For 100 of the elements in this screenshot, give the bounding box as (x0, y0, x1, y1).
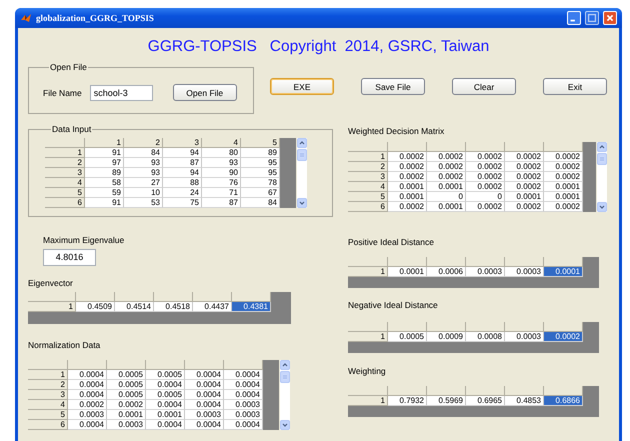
table-cell[interactable]: 0.0002 (427, 172, 466, 182)
table-cell[interactable]: 0.0002 (466, 152, 505, 162)
table-cell[interactable]: 0.0004 (224, 420, 263, 430)
table-cell[interactable]: 0.0002 (107, 400, 146, 410)
scroll-down-icon[interactable] (280, 420, 290, 430)
table-cell[interactable]: 0.0002 (505, 172, 544, 182)
table-cell[interactable]: 0.0003 (107, 420, 146, 430)
scroll-thumb[interactable] (597, 153, 607, 165)
table-cell[interactable]: 84 (124, 148, 163, 158)
table-cell[interactable]: 0.0003 (68, 410, 107, 420)
table-cell[interactable]: 78 (241, 178, 280, 188)
scroll-up-icon[interactable] (297, 138, 307, 148)
table-cell[interactable]: 93 (124, 168, 163, 178)
table-cell[interactable]: 0.0002 (544, 172, 583, 182)
table-cell[interactable]: 0.0004 (68, 390, 107, 400)
table-cell[interactable]: 0.0002 (505, 202, 544, 212)
table-cell[interactable]: 0.0003 (224, 410, 263, 420)
table-cell[interactable]: 0.4509 (76, 302, 115, 312)
scrollbar[interactable] (280, 360, 290, 430)
table-cell[interactable]: 0.0001 (544, 192, 583, 202)
table-cell[interactable]: 0.0003 (185, 410, 224, 420)
table-cell[interactable]: 75 (163, 198, 202, 208)
table-cell[interactable]: 0.0002 (427, 152, 466, 162)
table-cell[interactable]: 0.0004 (146, 420, 185, 430)
table-cell[interactable]: 0.0004 (185, 380, 224, 390)
table-cell[interactable]: 0.7932 (388, 396, 427, 406)
table-cell[interactable]: 88 (163, 178, 202, 188)
table-cell[interactable]: 24 (163, 188, 202, 198)
table-cell[interactable]: 0.0001 (146, 410, 185, 420)
table-cell[interactable]: 0.0004 (68, 380, 107, 390)
table-cell[interactable]: 0.0001 (505, 192, 544, 202)
table-cell[interactable]: 0.0004 (146, 380, 185, 390)
table-cell[interactable]: 10 (124, 188, 163, 198)
table-cell[interactable]: 0.0002 (544, 332, 583, 342)
scroll-up-icon[interactable] (280, 360, 290, 370)
table-cell[interactable]: 76 (202, 178, 241, 188)
file-name-field[interactable]: school-3 (90, 84, 153, 100)
table-cell[interactable]: 0.0006 (427, 267, 466, 277)
table-cell[interactable]: 90 (202, 168, 241, 178)
table-cell[interactable]: 27 (124, 178, 163, 188)
table-cell[interactable]: 0.0005 (146, 370, 185, 380)
table-cell[interactable]: 0.0002 (544, 152, 583, 162)
scrollbar[interactable] (297, 138, 307, 208)
table-cell[interactable]: 93 (124, 158, 163, 168)
table-cell[interactable]: 0.0002 (544, 202, 583, 212)
table-cell[interactable]: 94 (163, 168, 202, 178)
table-cell[interactable]: 67 (241, 188, 280, 198)
minimize-button[interactable] (567, 11, 581, 25)
table-cell[interactable]: 0.0004 (185, 370, 224, 380)
table-cell[interactable]: 0.0005 (107, 380, 146, 390)
table-cell[interactable]: 0.0001 (544, 267, 583, 277)
table-cell[interactable]: 0.0004 (68, 370, 107, 380)
table-cell[interactable]: 0.0005 (388, 332, 427, 342)
table-cell[interactable]: 0.0001 (388, 267, 427, 277)
table-cell[interactable]: 0.0003 (224, 400, 263, 410)
scroll-down-icon[interactable] (597, 202, 607, 212)
table-cell[interactable]: 0.0002 (505, 152, 544, 162)
table-cell[interactable]: 89 (241, 148, 280, 158)
table-cell[interactable]: 0.0005 (107, 370, 146, 380)
table-cell[interactable]: 0.0001 (107, 410, 146, 420)
table-cell[interactable]: 0 (427, 192, 466, 202)
table-cell[interactable]: 84 (241, 198, 280, 208)
table-cell[interactable]: 0.0004 (68, 420, 107, 430)
table-cell[interactable]: 0.6866 (544, 396, 583, 406)
scroll-up-icon[interactable] (597, 142, 607, 152)
table-cell[interactable]: 0.0004 (185, 420, 224, 430)
table-cell[interactable]: 0.4437 (193, 302, 232, 312)
table-cell[interactable]: 0.0002 (388, 172, 427, 182)
table-cell[interactable]: 87 (202, 198, 241, 208)
table-cell[interactable]: 71 (202, 188, 241, 198)
table-cell[interactable]: 0.0002 (466, 162, 505, 172)
table-cell[interactable]: 97 (85, 158, 124, 168)
table-cell[interactable]: 0.0002 (466, 202, 505, 212)
scrollbar[interactable] (597, 142, 607, 212)
table-cell[interactable]: 0.0003 (505, 267, 544, 277)
table-cell[interactable]: 95 (241, 168, 280, 178)
action-button[interactable]: Clear (452, 78, 516, 95)
table-cell[interactable]: 0.0002 (427, 162, 466, 172)
table-cell[interactable]: 0.6965 (466, 396, 505, 406)
table-cell[interactable]: 0.0002 (505, 182, 544, 192)
table-cell[interactable]: 80 (202, 148, 241, 158)
table-cell[interactable]: 58 (85, 178, 124, 188)
scroll-thumb[interactable] (297, 149, 307, 161)
action-button[interactable]: EXE (270, 78, 334, 95)
table-cell[interactable]: 0.0009 (427, 332, 466, 342)
table-cell[interactable]: 0.0004 (224, 390, 263, 400)
table-cell[interactable]: 94 (163, 148, 202, 158)
table-cell[interactable]: 0.0002 (388, 162, 427, 172)
table-cell[interactable]: 0.0003 (505, 332, 544, 342)
table-cell[interactable]: 93 (202, 158, 241, 168)
table-cell[interactable]: 0.0001 (388, 192, 427, 202)
table-cell[interactable]: 0.4518 (154, 302, 193, 312)
table-cell[interactable]: 0.0005 (107, 390, 146, 400)
action-button[interactable]: Save File (361, 78, 425, 95)
open-file-button[interactable]: Open File (172, 84, 237, 101)
table-cell[interactable]: 0.0002 (68, 400, 107, 410)
maximize-button[interactable] (585, 11, 599, 25)
table-cell[interactable]: 0.0004 (224, 380, 263, 390)
table-cell[interactable]: 0.0002 (388, 152, 427, 162)
table-cell[interactable]: 0.0003 (466, 267, 505, 277)
